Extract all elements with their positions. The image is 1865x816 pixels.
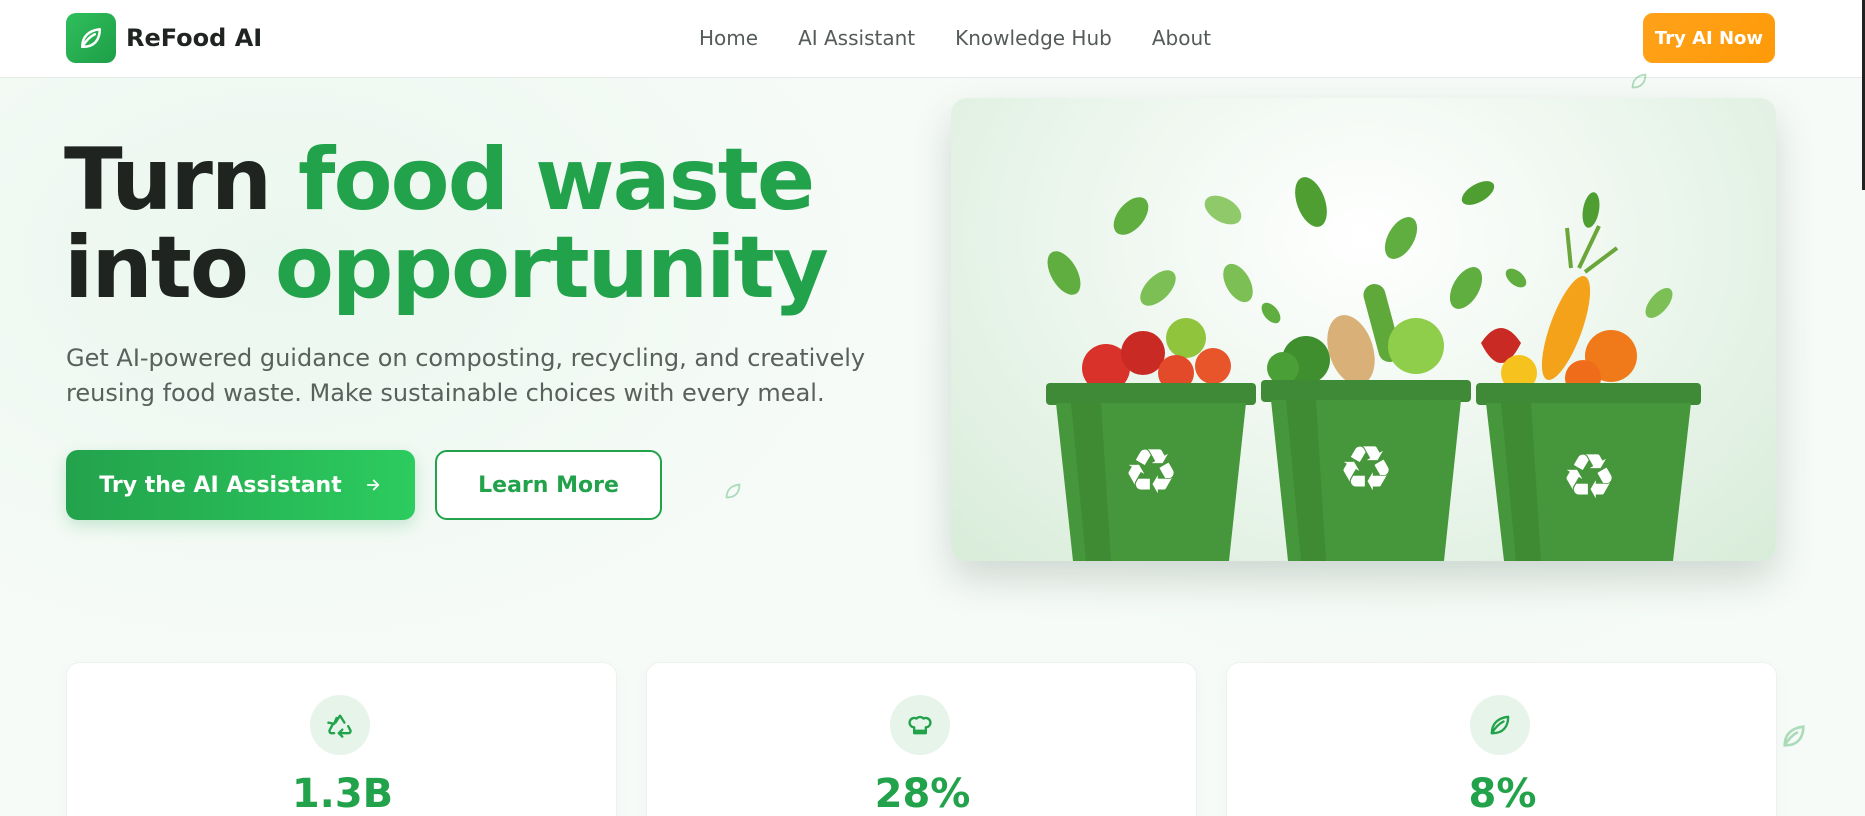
hero-title-accent2: opportunity bbox=[274, 218, 829, 318]
svg-text:♻: ♻ bbox=[1561, 440, 1617, 513]
svg-text:♻: ♻ bbox=[1123, 435, 1179, 508]
leaf-icon bbox=[66, 13, 116, 63]
leaf-icon bbox=[1470, 695, 1530, 755]
stat-card: 28% bbox=[646, 662, 1197, 816]
stat-value: 8% bbox=[1468, 771, 1537, 816]
hero-title-part1: Turn bbox=[64, 130, 299, 230]
try-ai-now-button[interactable]: Try AI Now bbox=[1643, 13, 1775, 63]
brand-logo[interactable]: ReFood AI bbox=[66, 13, 262, 63]
hero-image: ♻ ♻ ♻ bbox=[951, 98, 1776, 561]
nav-link-about[interactable]: About bbox=[1152, 26, 1211, 50]
nav-links: Home AI Assistant Knowledge Hub About bbox=[699, 26, 1211, 50]
stat-value: 28% bbox=[874, 771, 971, 816]
nav-link-ai-assistant[interactable]: AI Assistant bbox=[798, 26, 915, 50]
top-navbar: ReFood AI Home AI Assistant Knowledge Hu… bbox=[0, 0, 1865, 78]
page: ReFood AI Home AI Assistant Knowledge Hu… bbox=[0, 0, 1865, 816]
stat-value: 1.3B bbox=[291, 771, 394, 816]
try-ai-assistant-button[interactable]: Try the AI Assistant bbox=[66, 450, 415, 520]
learn-more-button[interactable]: Learn More bbox=[435, 450, 662, 520]
chef-hat-icon bbox=[890, 695, 950, 755]
nav-link-knowledge-hub[interactable]: Knowledge Hub bbox=[955, 26, 1112, 50]
hero-title-accent1: food waste bbox=[298, 130, 815, 230]
svg-text:♻: ♻ bbox=[1338, 432, 1394, 505]
recycle-icon bbox=[310, 695, 370, 755]
brand-name: ReFood AI bbox=[126, 24, 263, 52]
decorative-leaf-icon bbox=[1783, 725, 1805, 747]
hero-subtitle: Get AI-powered guidance on composting, r… bbox=[66, 344, 866, 407]
stat-card: 8% bbox=[1226, 662, 1777, 816]
try-ai-assistant-label: Try the AI Assistant bbox=[99, 472, 342, 498]
arrow-right-icon bbox=[366, 479, 379, 491]
decorative-leaf-icon bbox=[725, 483, 741, 499]
nav-link-home[interactable]: Home bbox=[699, 26, 758, 50]
stat-card: 1.3B bbox=[66, 662, 617, 816]
hero-title: Turn food waste into opportunity bbox=[64, 136, 944, 312]
hero-title-part2: into bbox=[64, 218, 275, 318]
decorative-leaf-icon bbox=[1631, 73, 1647, 89]
